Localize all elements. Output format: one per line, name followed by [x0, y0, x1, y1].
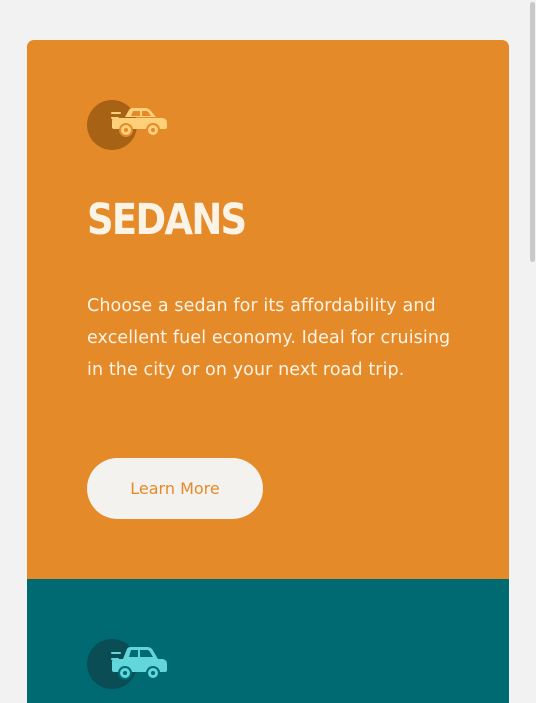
suvs-card — [27, 579, 509, 703]
suv-car-icon — [111, 647, 167, 680]
sedan-icon-badge — [87, 99, 169, 151]
page: SEDANS Choose a sedan for its affordabil… — [0, 0, 536, 703]
sedan-car-icon — [111, 108, 167, 137]
card-title: SEDANS — [87, 195, 247, 245]
scrollbar-thumb[interactable] — [530, 2, 535, 262]
scrollbar[interactable] — [528, 0, 536, 703]
sedans-card: SEDANS Choose a sedan for its affordabil… — [27, 40, 509, 579]
learn-more-button[interactable]: Learn More — [87, 458, 263, 519]
suv-icon-badge — [87, 638, 169, 690]
card-description: Choose a sedan for its affordability and… — [87, 296, 451, 380]
